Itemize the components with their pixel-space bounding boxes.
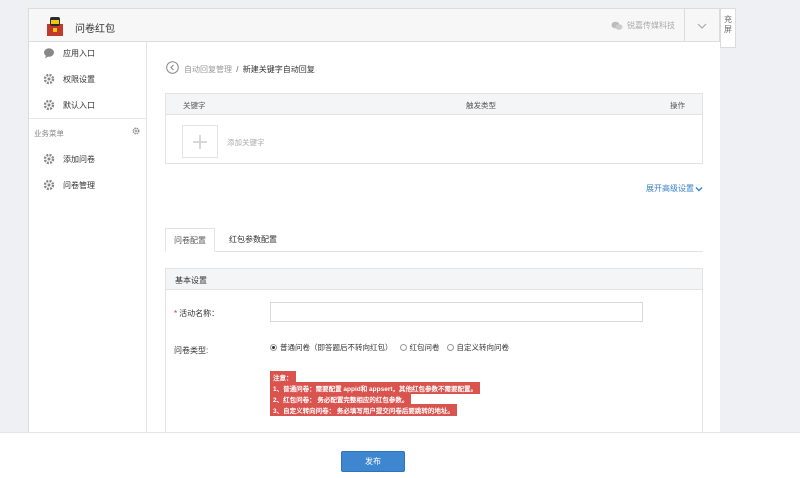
sidebar-item-label: 添加问卷: [63, 154, 95, 164]
sidebar-item-add-survey[interactable]: 添加问卷: [43, 152, 95, 166]
add-keyword-label[interactable]: 添加关键字: [227, 137, 265, 148]
brand-name: 锐嘉传媒科技: [627, 21, 675, 30]
breadcrumb-separator: /: [236, 65, 239, 74]
radio-label: 红包问卷: [409, 343, 440, 352]
survey-type-label: 问卷类型:: [174, 346, 209, 355]
fullscreen-label-1: 充: [724, 15, 732, 24]
fullscreen-toggle[interactable]: 充 屏: [720, 8, 736, 48]
sidebar-item-permissions[interactable]: 权限设置: [43, 72, 95, 86]
chat-bubble-icon: [44, 48, 54, 59]
sidebar-item-label: 应用入口: [63, 48, 95, 58]
radio-normal-survey[interactable]: 普通问卷（即答题后不转向红包）: [270, 342, 393, 353]
required-mark: *: [174, 309, 178, 318]
column-header-keyword: 关键字: [183, 101, 206, 110]
breadcrumb-parent[interactable]: 自动回复管理: [184, 65, 232, 74]
plus-icon: [193, 134, 207, 149]
keyword-table-header: 关键字 触发类型 操作: [166, 94, 702, 115]
radio-dot: [446, 344, 454, 351]
tab-redpacket-params[interactable]: 红包参数配置: [223, 228, 283, 252]
advanced-link-label: 展开高级设置: [646, 184, 694, 193]
breadcrumb-current: 新建关键字自动回复: [242, 65, 315, 74]
sidebar-item-app-entry[interactable]: 应用入口: [43, 46, 95, 60]
radio-label: 自定义转向问卷: [456, 343, 510, 352]
panel-title: 基本设置: [166, 269, 702, 290]
column-header-actions: 操作: [670, 101, 685, 110]
column-header-trigger-type: 触发类型: [466, 101, 496, 110]
gear-icon: [43, 99, 55, 111]
sidebar-item-label: 问卷管理: [63, 180, 95, 190]
brand-account[interactable]: 锐嘉传媒科技: [611, 20, 675, 31]
radio-selected-dot: [270, 344, 277, 351]
sidebar: 应用入口 权限设置 默认入口 业务菜单 添加问卷 问卷管理: [28, 42, 147, 432]
chevron-down-icon: [695, 186, 703, 191]
sidebar-item-survey-management[interactable]: 问卷管理: [43, 178, 95, 192]
sidebar-item-label: 权限设置: [63, 74, 95, 84]
gear-icon: [43, 153, 55, 165]
radio-label: 普通问卷（即答题后不转向红包）: [280, 343, 393, 352]
keyword-table: 关键字 触发类型 操作 添加关键字: [165, 93, 703, 164]
divider: [684, 9, 685, 42]
sidebar-item-label: 默认入口: [63, 100, 95, 110]
survey-type-radio-group: 普通问卷（即答题后不转向红包） 红包问卷 自定义转向问卷: [270, 342, 509, 353]
bottom-action-bar: 发布: [0, 432, 800, 478]
gear-icon: [43, 179, 55, 191]
activity-name-input[interactable]: [270, 302, 643, 322]
sidebar-section-label: 业务菜单: [34, 129, 64, 138]
sidebar-item-default-entry[interactable]: 默认入口: [43, 98, 95, 112]
radio-redpacket-survey[interactable]: 红包问卷: [399, 342, 440, 353]
expand-advanced-settings-link[interactable]: 展开高级设置: [646, 183, 703, 194]
sidebar-divider: [29, 118, 147, 119]
tab-survey-config[interactable]: 问卷配置: [165, 228, 215, 252]
radio-custom-redirect-survey[interactable]: 自定义转向问卷: [446, 342, 510, 353]
publish-button[interactable]: 发布: [341, 451, 405, 472]
app-title: 问卷红包: [75, 24, 115, 35]
config-tabs: 问卷配置 红包参数配置: [165, 228, 703, 252]
radio-dot: [399, 344, 407, 351]
add-keyword-button[interactable]: [182, 125, 218, 158]
activity-name-label: * 活动名称：: [174, 308, 219, 319]
gear-icon: [43, 73, 55, 85]
fullscreen-label-2: 屏: [724, 25, 732, 34]
chevron-down-icon[interactable]: [695, 19, 709, 33]
activity-name-label-text: 活动名称：: [179, 309, 220, 318]
basic-settings-panel: 基本设置 * 活动名称： 问卷类型: 普通问卷（即答题后不转向红包） 红包问卷 自…: [165, 268, 703, 438]
app-logo-icon: [47, 17, 63, 36]
wechat-icon: [611, 21, 623, 30]
breadcrumb: 自动回复管理 / 新建关键字自动回复: [184, 64, 315, 75]
back-icon[interactable]: [166, 61, 179, 74]
gear-icon[interactable]: [132, 127, 140, 135]
main-content: 自动回复管理 / 新建关键字自动回复 关键字 触发类型 操作 添加关键字 展开高…: [147, 42, 720, 438]
notice-line-3: 3、自定义转向问卷： 务必填写用户提交问卷后要跳转的地址。: [270, 404, 457, 416]
top-bar: 问卷红包 锐嘉传媒科技: [28, 8, 720, 42]
